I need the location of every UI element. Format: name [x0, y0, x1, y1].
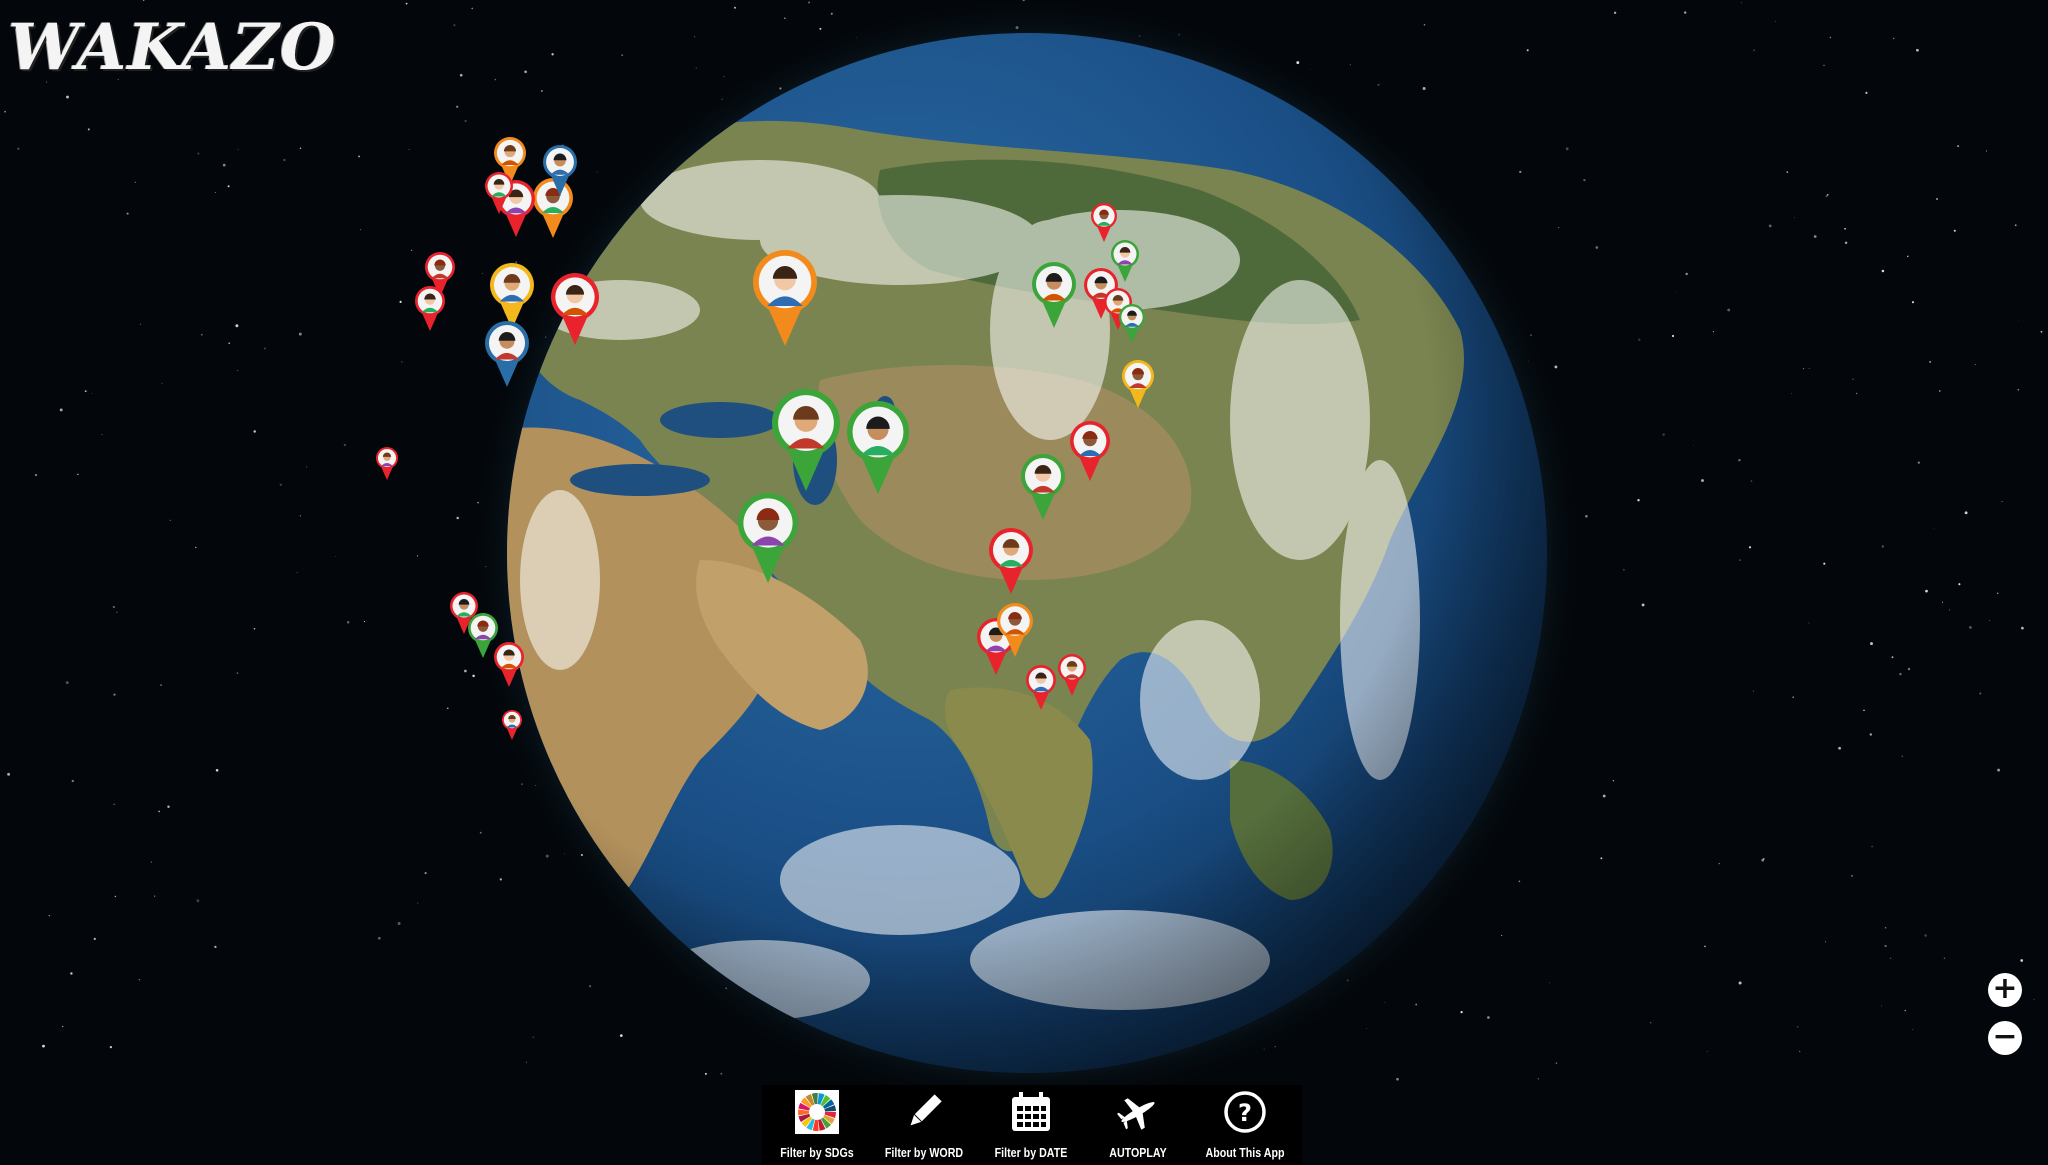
about-app-button[interactable]: ? About This App — [1190, 1085, 1300, 1165]
help-icon: ? — [1224, 1091, 1266, 1133]
autoplay-label: AUTOPLAY — [1109, 1145, 1167, 1160]
map-marker-orange[interactable] — [533, 178, 573, 238]
filter-by-date-button[interactable]: Filter by DATE — [976, 1085, 1086, 1165]
bottom-toolbar: Filter by SDGs Filter by WORD Filter by … — [762, 1085, 1302, 1165]
filter-by-word-button[interactable]: Filter by WORD — [869, 1085, 979, 1165]
autoplay-button[interactable]: AUTOPLAY — [1083, 1085, 1193, 1165]
filter-by-date-label: Filter by DATE — [994, 1145, 1068, 1160]
pencil-icon — [910, 1094, 942, 1126]
about-app-label: About This App — [1205, 1145, 1285, 1160]
filter-by-sdgs-label: Filter by SDGs — [780, 1145, 854, 1160]
calendar-icon — [1012, 1092, 1050, 1131]
sdg-wheel-icon — [795, 1090, 839, 1134]
airplane-icon — [1117, 1098, 1155, 1130]
svg-text:?: ? — [1238, 1099, 1252, 1127]
filter-by-sdgs-button[interactable]: Filter by SDGs — [762, 1085, 872, 1165]
app-logo[interactable]: WAKAZO — [8, 10, 337, 85]
zoom-out-button[interactable]: − — [1988, 1021, 2022, 1055]
map-marker-red[interactable] — [376, 447, 398, 480]
zoom-in-button[interactable]: + — [1988, 973, 2022, 1007]
filter-by-word-label: Filter by WORD — [884, 1145, 964, 1160]
map-marker-red[interactable] — [415, 286, 445, 331]
globe-view[interactable] — [0, 0, 2048, 1165]
